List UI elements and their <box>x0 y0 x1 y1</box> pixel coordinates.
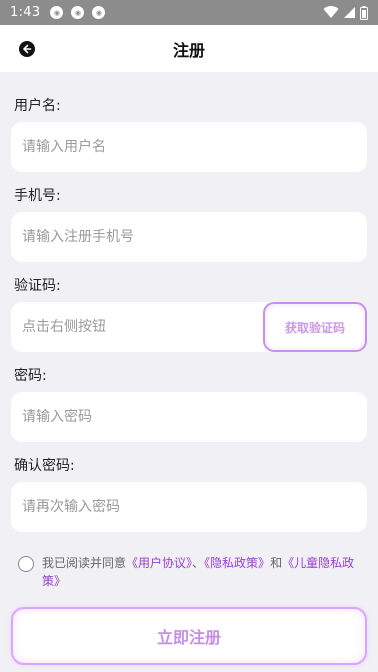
status-time: 1:43 <box>10 5 41 20</box>
agreement-separator: 、 <box>192 556 205 570</box>
privacy-policy-link[interactable]: 《隐私政策》 <box>204 556 270 570</box>
code-row: 获取验证码 <box>11 302 367 352</box>
notification-icon: ◉ <box>92 6 106 19</box>
password-input[interactable] <box>11 392 367 442</box>
agreement-and: 和 <box>270 556 283 570</box>
agreement-text: 我已阅读并同意《用户协议》、《隐私政策》和《儿童隐私政策》 <box>42 554 368 590</box>
nav-bar: 注册 <box>0 25 378 72</box>
back-button[interactable] <box>19 41 35 57</box>
battery-icon <box>360 5 368 20</box>
password-label: 密码: <box>14 368 47 384</box>
status-right-icons <box>323 5 368 20</box>
username-label: 用户名: <box>14 98 61 114</box>
signal-icon <box>344 7 355 18</box>
status-bar: 1:43 ◉ ◉ ◉ <box>0 0 378 25</box>
notification-icons: ◉ ◉ ◉ <box>50 6 106 19</box>
code-input[interactable] <box>11 302 261 352</box>
code-label: 验证码: <box>14 278 61 294</box>
notification-icon: ◉ <box>71 6 85 19</box>
page-title: 注册 <box>172 40 205 60</box>
wifi-icon <box>323 6 339 19</box>
notification-icon: ◉ <box>50 6 64 19</box>
back-arrow-icon <box>23 44 32 54</box>
agreement-checkbox[interactable] <box>18 556 34 572</box>
agreement-row: 我已阅读并同意《用户协议》、《隐私政策》和《儿童隐私政策》 <box>18 554 368 590</box>
user-agreement-link[interactable]: 《用户协议》 <box>126 556 192 570</box>
phone-input[interactable] <box>11 212 367 262</box>
confirm-password-label: 确认密码: <box>14 458 75 474</box>
get-code-button[interactable]: 获取验证码 <box>263 302 367 352</box>
agreement-prefix: 我已阅读并同意 <box>42 556 127 570</box>
phone-label: 手机号: <box>14 188 61 204</box>
register-button[interactable]: 立即注册 <box>11 607 367 665</box>
username-input[interactable] <box>11 122 367 172</box>
confirm-password-input[interactable] <box>11 482 367 532</box>
